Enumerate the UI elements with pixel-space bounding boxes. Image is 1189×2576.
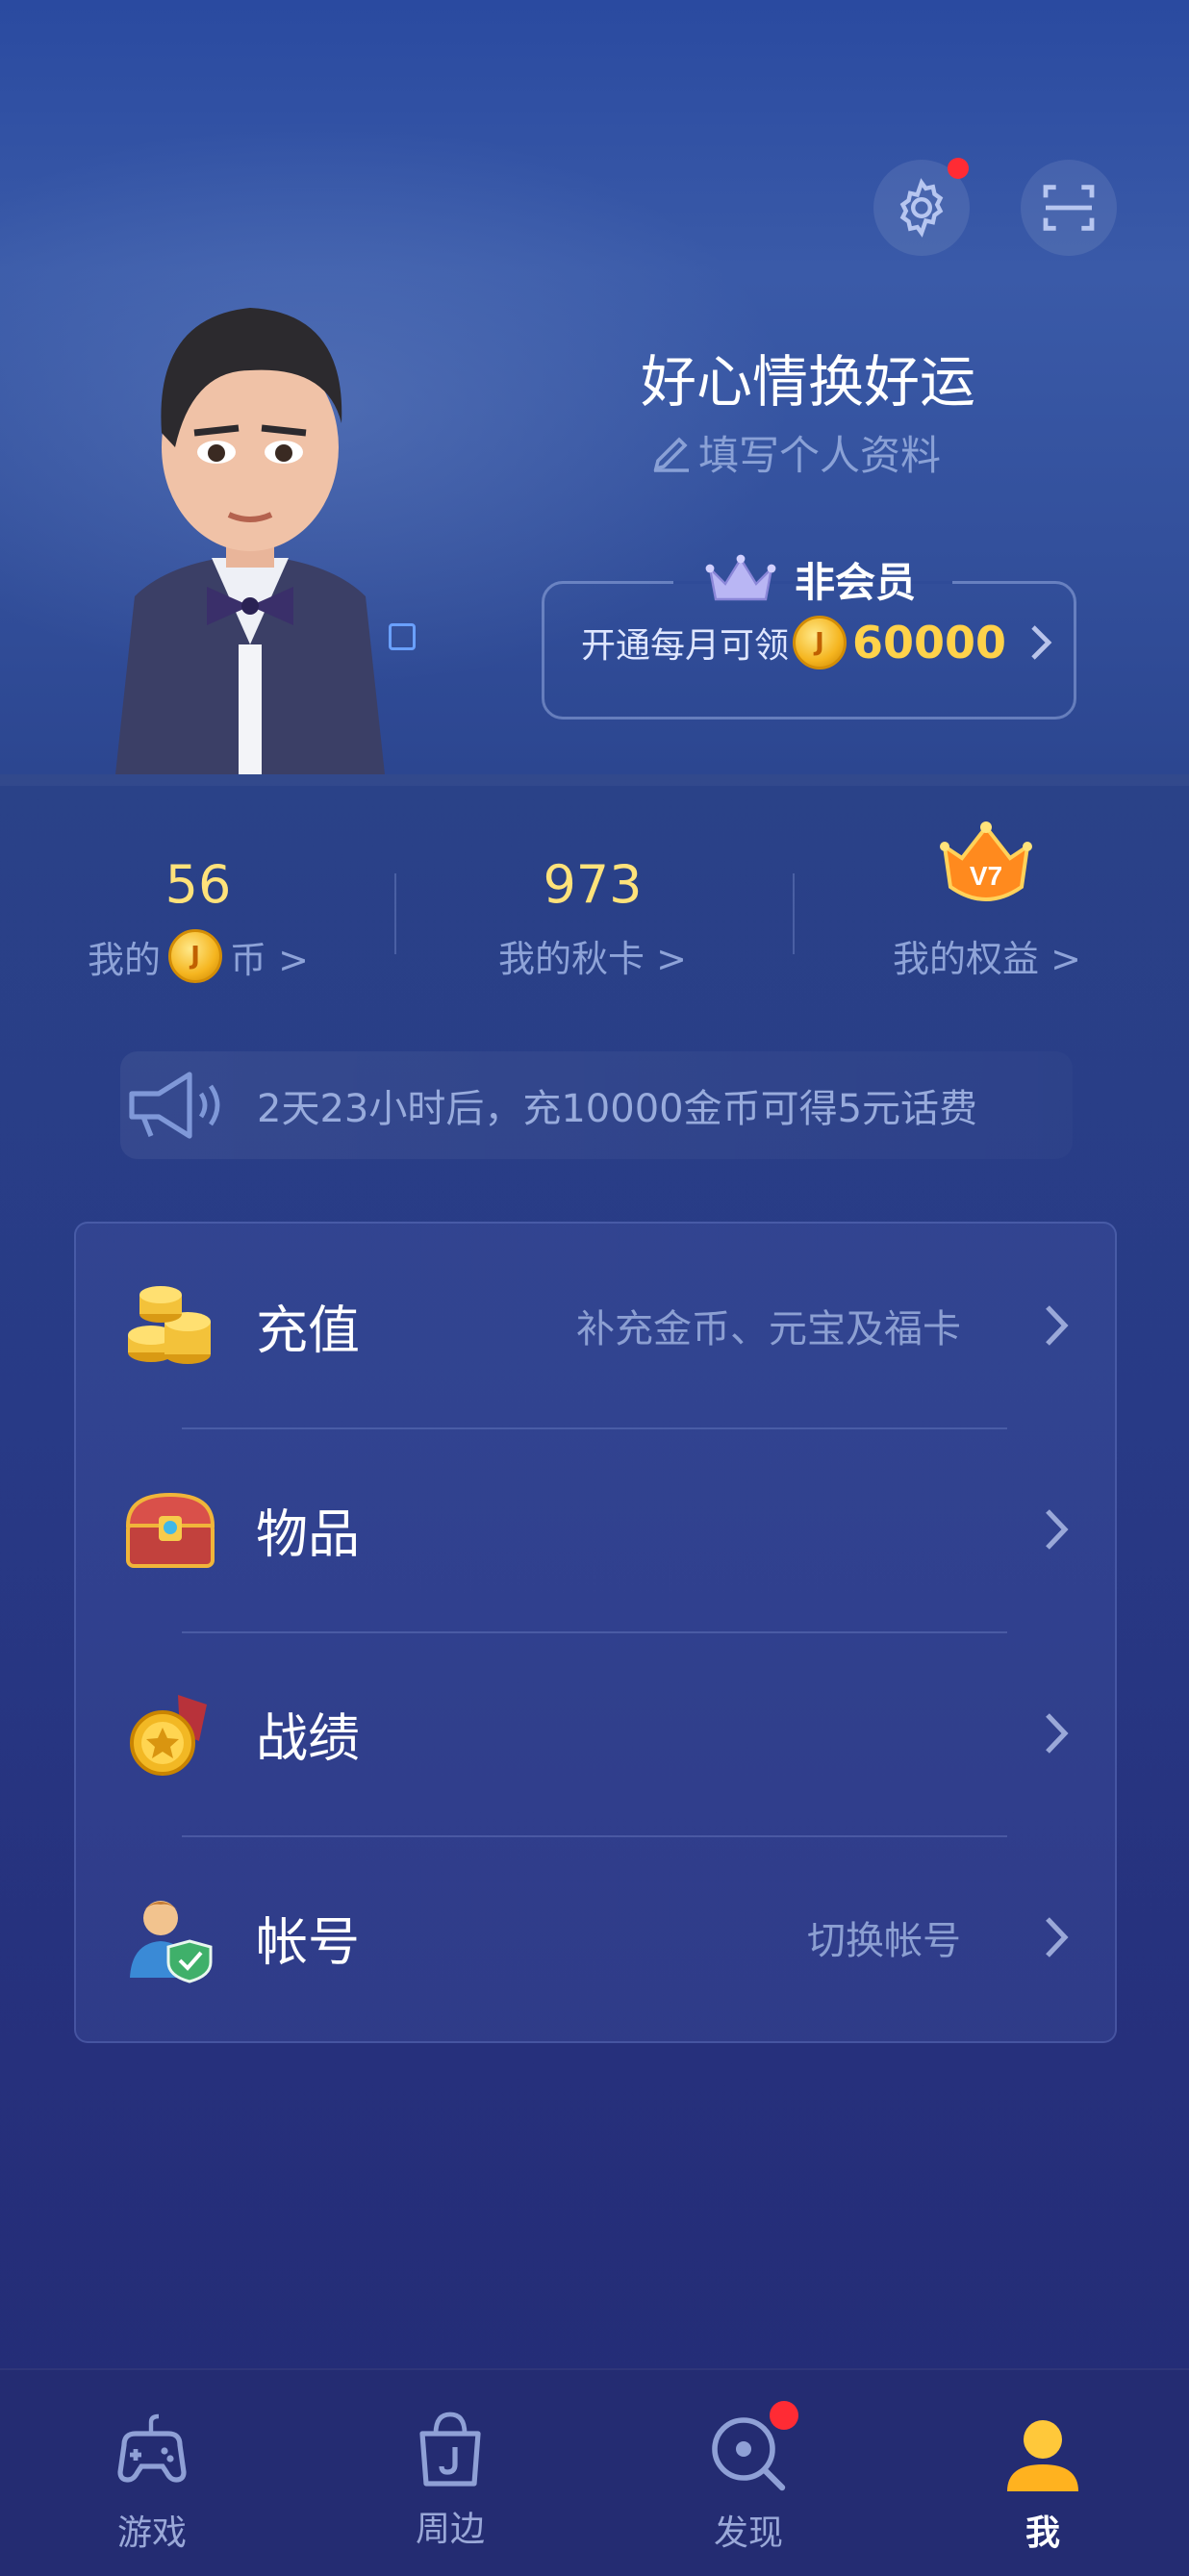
coins-value: 56 bbox=[164, 854, 232, 915]
gold-coins-icon bbox=[128, 1286, 211, 1364]
chevron-right-icon bbox=[1046, 1917, 1069, 1957]
menu-row-account[interactable]: 帐号 切换帐号 bbox=[76, 1835, 1115, 2039]
header-divider bbox=[0, 774, 1189, 786]
edit-profile-label: 填写个人资料 bbox=[698, 432, 942, 479]
menu-label: 物品 bbox=[256, 1503, 360, 1565]
scan-button[interactable] bbox=[1021, 160, 1117, 256]
membership-promo: 开通每月可领 J 60000 bbox=[581, 616, 1056, 669]
menu-row-records[interactable]: 战绩 bbox=[76, 1631, 1115, 1835]
autumn-cards-value: 973 bbox=[543, 854, 643, 915]
menu-hint: 切换帐号 bbox=[807, 1919, 961, 1963]
gold-coin-icon: J bbox=[168, 929, 223, 983]
sparkle-square bbox=[389, 623, 416, 650]
shopping-bag-icon bbox=[419, 2412, 481, 2487]
menu-row-items[interactable]: 物品 bbox=[76, 1427, 1115, 1631]
menu-label: 战绩 bbox=[256, 1707, 360, 1769]
nav-label: 游戏 bbox=[116, 2513, 187, 2553]
discover-badge bbox=[770, 2401, 798, 2430]
bottom-nav: 游戏 周边 发现 我 bbox=[0, 2368, 1189, 2576]
chevron-right-icon bbox=[1046, 1509, 1069, 1550]
nav-item-me[interactable]: 我 bbox=[947, 2370, 1139, 2576]
treasure-chest-icon bbox=[125, 1492, 215, 1568]
profile-icon bbox=[1007, 2420, 1078, 2491]
v7-badge-icon: V7 bbox=[929, 820, 1043, 916]
scan-icon bbox=[1043, 185, 1095, 231]
settings-badge bbox=[948, 158, 969, 179]
pencil-icon bbox=[653, 436, 689, 472]
membership-title: 非会员 bbox=[691, 550, 929, 609]
gear-icon bbox=[899, 178, 944, 238]
coins-label-prefix: 我的 bbox=[88, 938, 162, 981]
nav-label: 周边 bbox=[415, 2510, 485, 2549]
membership-promo-label: 开通每月可领 bbox=[581, 626, 790, 666]
chevron-right-icon bbox=[1031, 625, 1052, 660]
chevron-right-icon bbox=[1046, 1305, 1069, 1346]
autumn-cards-label: 我的秋卡 > bbox=[498, 938, 687, 980]
menu-row-recharge[interactable]: 充值 补充金币、元宝及福卡 bbox=[76, 1224, 1115, 1427]
gamepad-icon bbox=[117, 2413, 187, 2483]
stat-divider bbox=[394, 873, 396, 954]
nickname[interactable]: 好心情换好运 bbox=[596, 337, 1020, 417]
v7-badge-text: V7 bbox=[970, 861, 1002, 891]
user-shield-icon bbox=[130, 1901, 213, 1983]
notice-banner[interactable]: 2天23小时后，充10000金币可得5元话费 bbox=[120, 1051, 1073, 1159]
menu-label: 充值 bbox=[256, 1300, 360, 1361]
rights-label: 我的权益 > bbox=[893, 938, 1081, 980]
menu-hint: 补充金币、元宝及福卡 bbox=[576, 1307, 961, 1351]
crown-icon bbox=[705, 554, 776, 600]
gold-coin-icon: J bbox=[793, 616, 847, 669]
nav-item-discover[interactable]: 发现 bbox=[652, 2370, 845, 2576]
megaphone-icon bbox=[129, 1072, 220, 1139]
avatar[interactable] bbox=[106, 279, 394, 774]
nav-item-games[interactable]: 游戏 bbox=[56, 2370, 248, 2576]
edit-profile-link[interactable]: 填写个人资料 bbox=[648, 423, 941, 482]
membership-gold-amount: 60000 bbox=[852, 617, 1007, 669]
menu-card: 充值 补充金币、元宝及福卡 物品 战绩 帐号 切换帐号 bbox=[74, 1222, 1117, 2043]
notice-text: 2天23小时后，充10000金币可得5元话费 bbox=[257, 1087, 978, 1131]
nav-item-merch[interactable]: 周边 bbox=[354, 2370, 546, 2576]
nav-label: 我 bbox=[1025, 2513, 1060, 2553]
menu-label: 帐号 bbox=[256, 1911, 360, 1973]
medal-icon bbox=[130, 1695, 207, 1776]
chevron-right-icon bbox=[1046, 1713, 1069, 1754]
membership-title-label: 非会员 bbox=[795, 559, 917, 606]
coins-label-suffix: 币 > bbox=[230, 938, 309, 981]
stat-divider bbox=[793, 873, 795, 954]
coins-label: 我的 J 币 > bbox=[54, 929, 342, 983]
nav-label: 发现 bbox=[713, 2513, 783, 2553]
